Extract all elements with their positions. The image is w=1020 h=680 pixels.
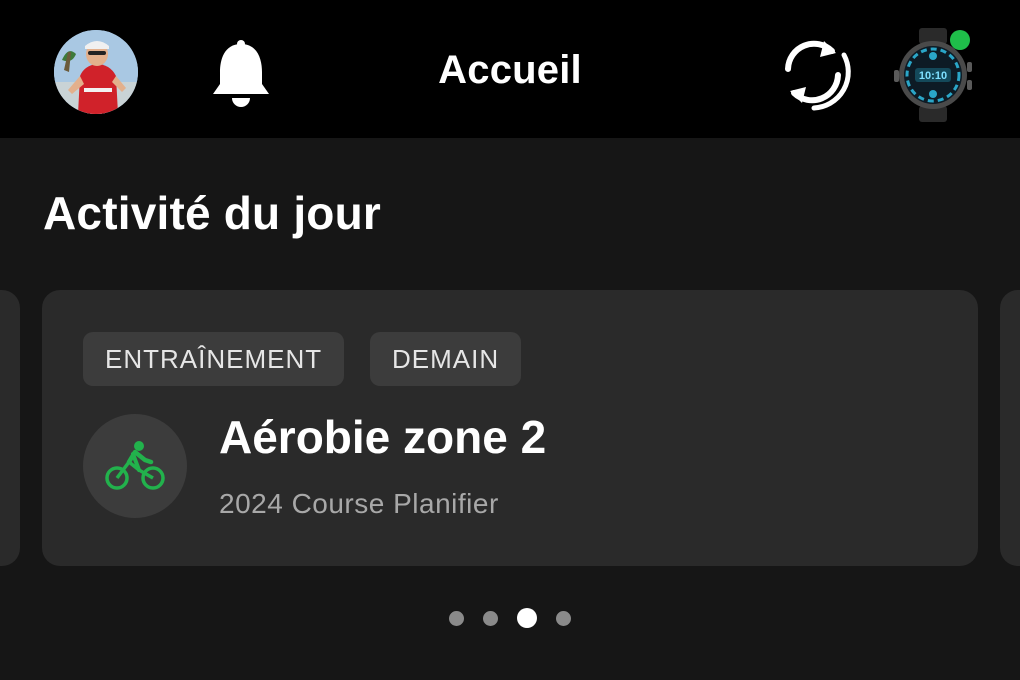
- cycling-icon: [105, 441, 165, 490]
- page-dot-active[interactable]: [517, 608, 537, 628]
- page-dot[interactable]: [483, 610, 498, 626]
- activity-card[interactable]: ENTRAÎNEMENT DEMAIN Aérobie zone 2 2024 …: [42, 290, 978, 566]
- section-title: Activité du jour: [43, 187, 382, 239]
- page-dot[interactable]: [556, 610, 571, 626]
- activity-subtitle: 2024 Course Planifier: [219, 488, 499, 519]
- top-bar: Accueil 10:10: [0, 0, 1020, 138]
- page-indicator[interactable]: [0, 606, 1020, 630]
- tag-workout: ENTRAÎNEMENT: [83, 332, 345, 386]
- activity-title: Aérobie zone 2: [219, 411, 547, 463]
- sync-icon[interactable]: [774, 33, 852, 111]
- previous-card[interactable]: [0, 290, 20, 566]
- tag-tomorrow: DEMAIN: [370, 332, 522, 386]
- svg-text:10:10: 10:10: [919, 70, 947, 82]
- connection-status-dot: [950, 30, 970, 50]
- next-card[interactable]: [1000, 290, 1020, 566]
- page-dot[interactable]: [449, 610, 464, 626]
- sport-badge: [83, 414, 187, 518]
- page-title: Accueil: [438, 48, 582, 92]
